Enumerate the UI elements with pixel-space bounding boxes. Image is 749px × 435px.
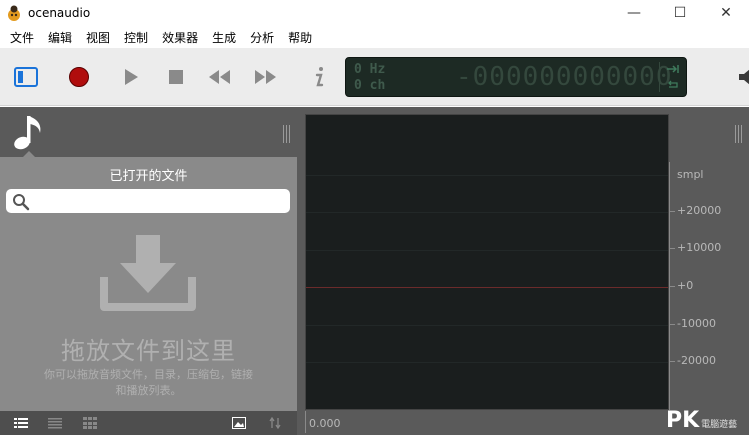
scale-unit: smpl	[677, 168, 704, 181]
list-view-icon[interactable]	[14, 417, 28, 429]
watermark-brand: PK	[666, 408, 700, 433]
watermark-logo: PK 電腦遊藝	[666, 410, 737, 432]
zero-line	[306, 287, 668, 288]
scale-tick	[669, 286, 675, 287]
scale-label-minus-20000: -20000	[677, 354, 716, 367]
maximize-icon: ☐	[673, 5, 687, 21]
lcd-display: 0 Hz 0 ch -000000000000	[345, 57, 687, 97]
menu-edit[interactable]: 编辑	[42, 29, 78, 46]
menu-control[interactable]: 控制	[118, 29, 154, 46]
files-panel-header	[0, 107, 297, 158]
scale-label-plus-20000: +20000	[677, 204, 722, 217]
menu-file[interactable]: 文件	[4, 29, 40, 46]
lcd-channels: 0 ch	[354, 78, 386, 93]
download-drop-icon	[100, 233, 196, 316]
scale-tick	[669, 361, 675, 362]
watermark-subtitle: 電腦遊藝	[701, 420, 738, 430]
grid-line	[306, 325, 668, 326]
panel-toggle-icon	[14, 67, 38, 87]
grid-view-icon[interactable]	[83, 417, 97, 429]
toolbar: 0 Hz 0 ch -000000000000	[0, 48, 749, 106]
fast-forward-icon	[255, 70, 276, 84]
main-area: 已打开的文件 拖放文件到这里 你可以拖放音频文件，目录，压缩包，链接和播放列表。	[0, 107, 749, 435]
scale-label-minus-10000: -10000	[677, 317, 716, 330]
window-title: ocenaudio	[28, 6, 91, 20]
compact-list-icon[interactable]	[48, 417, 62, 429]
panel-resize-grip[interactable]	[283, 125, 291, 143]
rewind-icon	[209, 70, 230, 84]
time-start-label: 0.000	[309, 417, 341, 430]
files-panel-footer	[0, 411, 297, 435]
scale-tick	[669, 211, 675, 212]
volume-button[interactable]	[733, 64, 749, 90]
grid-line	[306, 362, 668, 363]
sort-icon[interactable]	[268, 417, 282, 429]
play-icon	[125, 69, 138, 85]
search-icon	[13, 194, 30, 211]
info-button[interactable]	[306, 64, 332, 90]
info-icon	[315, 67, 324, 87]
menu-analyze[interactable]: 分析	[244, 29, 280, 46]
grid-line	[306, 212, 668, 213]
menu-generate[interactable]: 生成	[206, 29, 242, 46]
menu-bar: 文件 编辑 视图 控制 效果器 生成 分析 帮助	[0, 26, 749, 48]
fast-forward-button[interactable]	[252, 64, 278, 90]
title-bar: ocenaudio — ☐ ✕	[0, 0, 749, 26]
rewind-button[interactable]	[207, 64, 233, 90]
menu-effects[interactable]: 效果器	[156, 29, 204, 46]
maximize-button[interactable]: ☐	[657, 0, 703, 26]
record-button[interactable]	[66, 64, 92, 90]
time-ruler: 0.000	[305, 411, 669, 435]
music-note-icon[interactable]	[12, 113, 48, 154]
waveform-view[interactable]	[305, 114, 669, 410]
scale-tick	[669, 248, 675, 249]
scale-label-zero: +0	[677, 279, 694, 292]
minimize-button[interactable]: —	[611, 0, 657, 26]
stop-button[interactable]	[163, 64, 189, 90]
menu-help[interactable]: 帮助	[282, 29, 318, 46]
lcd-divider	[659, 62, 660, 92]
lcd-time: -000000000000	[456, 62, 673, 92]
grid-line	[306, 250, 668, 251]
files-panel: 已打开的文件 拖放文件到这里 你可以拖放音频文件，目录，压缩包，链接和播放列表。	[0, 157, 297, 411]
lcd-skip-end-icon[interactable]	[666, 64, 680, 76]
ocenaudio-logo-icon	[6, 5, 22, 21]
scale-tick	[669, 324, 675, 325]
play-button[interactable]	[118, 64, 144, 90]
lcd-loop-icon[interactable]	[666, 80, 680, 92]
menu-view[interactable]: 视图	[80, 29, 116, 46]
stop-icon	[169, 70, 183, 84]
time-tick	[305, 411, 306, 433]
image-icon[interactable]	[232, 417, 246, 429]
drop-zone-title: 拖放文件到这里	[61, 337, 236, 365]
amplitude-scale: smpl +20000 +10000 +0 -10000 -20000	[669, 107, 749, 435]
close-button[interactable]: ✕	[703, 0, 749, 26]
drop-zone-hint: 你可以拖放音频文件，目录，压缩包，链接和播放列表。	[44, 368, 253, 397]
close-icon: ✕	[720, 5, 732, 21]
files-panel-title: 已打开的文件	[109, 169, 188, 184]
panel-toggle-button[interactable]	[13, 64, 39, 90]
lcd-frequency: 0 Hz	[354, 62, 386, 77]
scale-label-plus-10000: +10000	[677, 241, 722, 254]
minimize-icon: —	[627, 5, 641, 21]
file-search-input[interactable]	[6, 189, 290, 213]
record-icon	[69, 67, 89, 87]
grid-line	[306, 175, 668, 176]
speaker-icon	[739, 69, 749, 85]
